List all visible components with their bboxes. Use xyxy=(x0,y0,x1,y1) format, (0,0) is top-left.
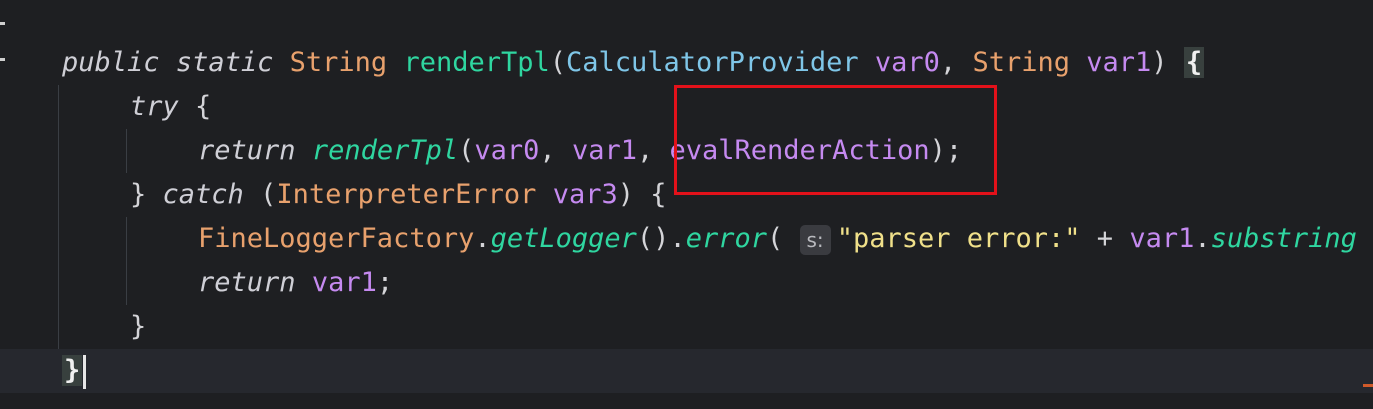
code-line-logger[interactable]: FineLoggerFactory.getLogger().error( s: "… xyxy=(0,217,1373,261)
open-brace: { xyxy=(650,179,667,210)
dot: . xyxy=(1194,223,1211,254)
param-type: String xyxy=(972,47,1070,78)
comma: , xyxy=(539,135,556,166)
code-line-try[interactable]: try { xyxy=(0,85,1373,129)
scrollbar-marker xyxy=(1363,384,1373,387)
code-line-close-catch[interactable]: } xyxy=(0,305,1373,349)
exception-var: var3 xyxy=(552,179,618,210)
close-brace: } xyxy=(130,179,147,210)
text-cursor xyxy=(83,354,87,389)
comma: , xyxy=(939,47,957,78)
param-name: var0 xyxy=(874,47,940,78)
method-call: getLogger xyxy=(490,223,637,254)
close-paren: ) xyxy=(1151,47,1168,78)
variable: var1 xyxy=(1129,223,1195,254)
plus-operator: + xyxy=(1096,223,1114,254)
keyword-public: public xyxy=(62,47,160,78)
keyword-return: return xyxy=(198,135,296,166)
keyword-return: return xyxy=(198,267,296,298)
open-brace: { xyxy=(195,91,212,122)
method-call: renderTpl xyxy=(311,135,459,166)
method-name: renderTpl xyxy=(403,47,550,78)
close-paren-semicolon: ); xyxy=(929,135,963,166)
close-paren: ) xyxy=(617,179,634,210)
gutter-marker xyxy=(0,22,5,25)
code-line-catch[interactable]: } catch (InterpreterError var3) { xyxy=(0,173,1373,217)
param-type: CalculatorProvider xyxy=(566,47,859,78)
dot: . xyxy=(474,223,491,254)
code-line-close-method[interactable]: } xyxy=(0,349,1373,393)
open-paren: ( xyxy=(458,135,475,166)
argument: var1 xyxy=(571,135,637,166)
keyword-try: try xyxy=(130,91,179,122)
semicolon: ; xyxy=(376,267,394,298)
class-name: FineLoggerFactory xyxy=(198,223,475,254)
string-literal: "parser error:" xyxy=(836,223,1081,254)
open-paren: ( xyxy=(260,179,277,210)
keyword-static: static xyxy=(175,47,274,78)
code-line-method-signature[interactable]: public static String renderTpl(Calculato… xyxy=(0,41,1373,85)
code-editor[interactable]: public static String renderTpl(Calculato… xyxy=(0,0,1373,409)
matched-brace: { xyxy=(1183,47,1205,78)
method-call: substring xyxy=(1210,223,1357,254)
code-line-return-var[interactable]: return var1; xyxy=(0,261,1373,305)
exception-type: InterpreterError xyxy=(276,179,537,210)
open-paren: ( xyxy=(766,223,784,254)
open-paren: ( xyxy=(549,47,567,78)
variable: var1 xyxy=(311,267,377,298)
comma: , xyxy=(636,135,654,166)
matched-brace: } xyxy=(62,355,83,386)
param-name: var1 xyxy=(1086,47,1152,78)
dot: . xyxy=(669,223,686,254)
parens: () xyxy=(636,223,670,254)
argument: var0 xyxy=(474,135,540,166)
argument-eval-render-action: evalRenderAction xyxy=(669,135,930,166)
param-hint: s: xyxy=(799,224,831,255)
method-call: error xyxy=(685,223,767,254)
keyword-catch: catch xyxy=(162,179,244,210)
close-brace: } xyxy=(130,311,147,342)
return-type: String xyxy=(289,47,388,78)
code-line-return-render[interactable]: return renderTpl(var0, var1, evalRenderA… xyxy=(0,129,1373,173)
